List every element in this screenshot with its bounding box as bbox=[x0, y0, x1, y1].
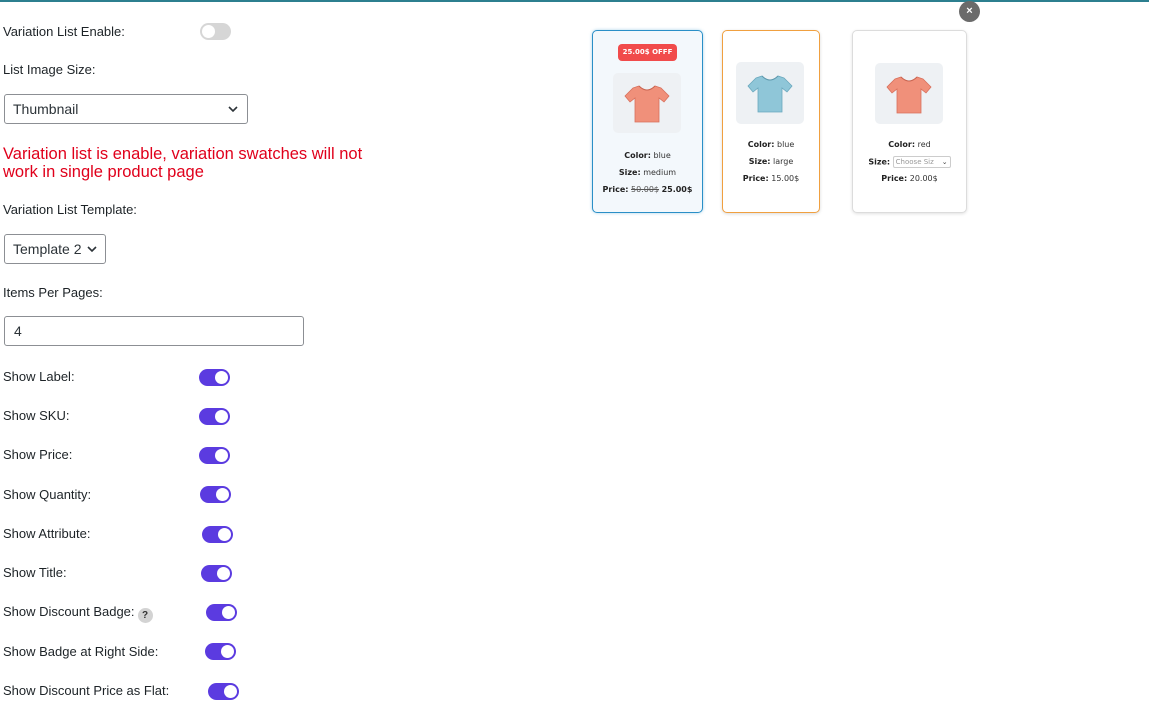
show-title-label: Show Title: bbox=[3, 565, 67, 580]
show-attribute-label: Show Attribute: bbox=[3, 526, 91, 541]
show-quantity-label: Show Quantity: bbox=[3, 487, 92, 502]
variation-card[interactable]: Color: red Size: Choose Siz ⌄ Price: 20.0… bbox=[852, 30, 967, 213]
variation-list-template-label: Variation List Template: bbox=[3, 202, 137, 217]
variation-list-enable-toggle[interactable] bbox=[200, 23, 231, 40]
show-badge-right-side-toggle[interactable] bbox=[205, 643, 236, 660]
toggle-knob bbox=[224, 685, 237, 698]
show-title-toggle[interactable] bbox=[201, 565, 232, 582]
price-label: Price: bbox=[742, 174, 769, 183]
toggle-knob bbox=[215, 449, 228, 462]
attr-color-value: red bbox=[917, 140, 931, 149]
attr-size-label: Size: bbox=[618, 168, 641, 177]
toggle-knob bbox=[215, 410, 228, 423]
tshirt-icon bbox=[886, 76, 932, 114]
toggle-knob bbox=[217, 567, 230, 580]
price: Price: 15.00$ bbox=[723, 174, 819, 184]
attr-color-label: Color: bbox=[747, 140, 775, 149]
price-value: 20.00$ bbox=[909, 174, 938, 183]
show-discount-price-flat-label: Show Discount Price as Flat: bbox=[3, 683, 170, 698]
list-image-size-value: Thumbnail bbox=[13, 101, 79, 117]
attr-size: Size: large bbox=[723, 157, 819, 167]
old-price: 50.00$ bbox=[631, 185, 660, 194]
tshirt-icon bbox=[624, 85, 670, 123]
tshirt-icon bbox=[747, 75, 793, 113]
template-value: Template 2 bbox=[13, 241, 82, 257]
list-image-size-select[interactable]: Thumbnail bbox=[4, 94, 248, 124]
chevron-down-icon bbox=[87, 246, 97, 253]
attr-color: Color: blue bbox=[593, 151, 702, 161]
attr-size-value: medium bbox=[643, 168, 677, 177]
attr-size: Size: Choose Siz ⌄ bbox=[853, 156, 966, 168]
list-image-size-label: List Image Size: bbox=[3, 62, 96, 77]
toggle-knob bbox=[221, 645, 234, 658]
attr-color-value: blue bbox=[777, 140, 795, 149]
show-discount-badge-label: Show Discount Badge: bbox=[3, 604, 135, 619]
price-label: Price: bbox=[602, 185, 629, 194]
show-discount-price-flat-toggle[interactable] bbox=[208, 683, 239, 700]
attr-size-label: Size: bbox=[868, 157, 891, 167]
price-label: Price: bbox=[881, 174, 908, 183]
attr-color-label: Color: bbox=[888, 140, 916, 149]
toggle-knob bbox=[216, 488, 229, 501]
discount-badge: 25.00$ OFFF bbox=[618, 44, 677, 61]
chevron-down-icon: ⌄ bbox=[941, 158, 948, 166]
toggle-knob bbox=[222, 606, 235, 619]
product-image bbox=[613, 73, 681, 133]
show-attribute-toggle[interactable] bbox=[202, 526, 233, 543]
show-discount-badge-row: Show Discount Badge:? bbox=[3, 604, 153, 623]
product-image bbox=[736, 62, 804, 124]
attr-color-label: Color: bbox=[624, 151, 651, 160]
show-price-toggle[interactable] bbox=[199, 447, 230, 464]
variation-card[interactable]: 25.00$ OFFF Color: blue Size: medium Pri… bbox=[592, 30, 703, 213]
size-select-placeholder: Choose Siz bbox=[895, 158, 934, 166]
price: Price: 50.00$ 25.00$ bbox=[593, 185, 702, 195]
attr-color: Color: blue bbox=[723, 140, 819, 150]
show-quantity-toggle[interactable] bbox=[200, 486, 231, 503]
help-icon[interactable]: ? bbox=[137, 608, 153, 623]
new-price: 25.00$ bbox=[661, 185, 693, 194]
variation-list-warning: Variation list is enable, variation swat… bbox=[3, 145, 363, 181]
attr-size: Size: medium bbox=[593, 168, 702, 178]
attr-color: Color: red bbox=[853, 140, 966, 150]
show-discount-badge-toggle[interactable] bbox=[206, 604, 237, 621]
items-per-pages-label: Items Per Pages: bbox=[3, 285, 103, 300]
show-label-toggle[interactable] bbox=[199, 369, 230, 386]
chevron-down-icon bbox=[228, 106, 238, 113]
show-badge-right-side-label: Show Badge at Right Side: bbox=[3, 644, 159, 659]
toggle-knob bbox=[218, 528, 231, 541]
price: Price: 20.00$ bbox=[853, 174, 966, 184]
items-per-pages-input[interactable]: 4 bbox=[4, 316, 304, 346]
toggle-knob bbox=[215, 371, 228, 384]
variation-list-template-select[interactable]: Template 2 bbox=[4, 234, 106, 264]
attr-size-value: large bbox=[773, 157, 794, 166]
variation-card[interactable]: Color: blue Size: large Price: 15.00$ bbox=[722, 30, 820, 213]
show-price-label: Show Price: bbox=[3, 447, 73, 462]
show-sku-toggle[interactable] bbox=[199, 408, 230, 425]
price-value: 15.00$ bbox=[771, 174, 800, 183]
show-sku-label: Show SKU: bbox=[3, 408, 70, 423]
variation-list-enable-label: Variation List Enable: bbox=[3, 24, 125, 39]
toggle-knob bbox=[202, 25, 215, 38]
top-divider bbox=[0, 0, 1149, 2]
show-label-label: Show Label: bbox=[3, 369, 75, 384]
attr-size-label: Size: bbox=[748, 157, 771, 166]
size-select[interactable]: Choose Siz ⌄ bbox=[892, 156, 951, 168]
attr-color-value: blue bbox=[653, 151, 671, 160]
close-preview-button[interactable]: × bbox=[959, 1, 980, 22]
product-image bbox=[875, 63, 943, 124]
